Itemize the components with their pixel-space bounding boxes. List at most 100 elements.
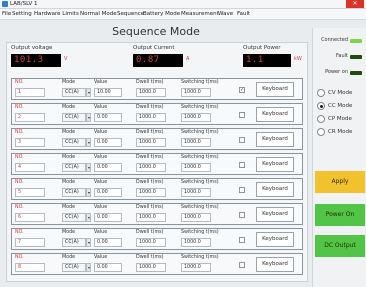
close-button[interactable]: ✕ — [346, 0, 364, 8]
mode-select[interactable]: CC(A) — [62, 113, 86, 122]
power-on-button[interactable]: Power On — [315, 204, 365, 226]
sequence-panel: Output voltage 101.3 V Output Current 0.… — [6, 42, 308, 282]
dwell-time-field[interactable]: 1000.0 — [136, 263, 166, 272]
cr-mode-radio[interactable] — [317, 128, 325, 136]
keyboard-button[interactable]: Keyboard — [256, 182, 294, 197]
chevron-down-icon[interactable] — [86, 238, 91, 247]
step-enable-checkbox[interactable] — [239, 262, 245, 268]
no-label: NO. — [15, 230, 24, 235]
switching-time-field[interactable]: 1000.0 — [181, 238, 211, 247]
mode-select[interactable]: CC(A) — [62, 88, 86, 97]
keyboard-button[interactable]: Keyboard — [256, 82, 294, 97]
step-enable-checkbox[interactable] — [239, 187, 245, 193]
mode-select[interactable]: CC(A) — [62, 138, 86, 147]
switching-label: Switching t(ms) — [181, 230, 219, 235]
keyboard-button[interactable]: Keyboard — [256, 132, 294, 147]
cp-mode-radio[interactable] — [317, 115, 325, 123]
mode-select[interactable]: CC(A) — [62, 263, 86, 272]
keyboard-button[interactable]: Keyboard — [256, 257, 294, 272]
chevron-down-icon[interactable] — [86, 188, 91, 197]
value-label: Value — [94, 105, 108, 110]
switching-time-field[interactable]: 1000.0 — [181, 188, 211, 197]
step-number-field[interactable]: 7 — [15, 238, 45, 247]
chevron-down-icon[interactable] — [86, 113, 91, 122]
menu-battery-mode[interactable]: Battery Mode — [143, 9, 180, 20]
menu-hardware-limits[interactable]: Hardware Limits — [34, 9, 79, 20]
menu-sequence[interactable]: Sequence — [117, 9, 144, 20]
value-field[interactable]: 0.00 — [94, 263, 122, 272]
value-field[interactable]: 0.00 — [94, 138, 122, 147]
switching-time-field[interactable]: 1000.0 — [181, 88, 211, 97]
menu-setting[interactable]: Setting — [12, 9, 32, 20]
step-number-field[interactable]: 4 — [15, 163, 45, 172]
dwell-label: Dwell t(ms) — [136, 230, 164, 235]
menu-fault[interactable]: Fault — [237, 9, 250, 20]
switching-label: Switching t(ms) — [181, 155, 219, 160]
keyboard-button[interactable]: Keyboard — [256, 232, 294, 247]
sequence-row: NO. 1 Mode CC(A) Value 10.00 Dwell t(ms) 1000.0… — [11, 78, 303, 100]
value-field[interactable]: 10.00 — [94, 88, 122, 97]
dwell-time-field[interactable]: 1000.0 — [136, 113, 166, 122]
mode-select[interactable]: CC(A) — [62, 238, 86, 247]
mode-select[interactable]: CC(A) — [62, 163, 86, 172]
step-number-field[interactable]: 8 — [15, 263, 45, 272]
switching-label: Switching t(ms) — [181, 130, 219, 135]
switching-time-field[interactable]: 1000.0 — [181, 113, 211, 122]
output-power-label: Output Power — [243, 45, 281, 51]
keyboard-button[interactable]: Keyboard — [256, 207, 294, 222]
switching-time-field[interactable]: 1000.0 — [181, 213, 211, 222]
no-label: NO. — [15, 80, 24, 85]
value-field[interactable]: 0.00 — [94, 113, 122, 122]
step-enable-checkbox[interactable] — [239, 112, 245, 118]
step-enable-checkbox[interactable] — [239, 212, 245, 218]
dwell-time-field[interactable]: 1000.0 — [136, 238, 166, 247]
value-label: Value — [94, 180, 108, 185]
step-number-field[interactable]: 1 — [15, 88, 45, 97]
switching-time-field[interactable]: 1000.0 — [181, 138, 211, 147]
step-number-field[interactable]: 3 — [15, 138, 45, 147]
step-enable-checkbox[interactable] — [239, 237, 245, 243]
step-enable-checkbox[interactable]: ✓ — [239, 87, 245, 93]
mode-label: Mode — [62, 205, 76, 210]
step-number-field[interactable]: 2 — [15, 113, 45, 122]
menu-normal-mode[interactable]: Normal Mode — [80, 9, 117, 20]
step-enable-checkbox[interactable] — [239, 162, 245, 168]
value-label: Value — [94, 130, 108, 135]
dwell-time-field[interactable]: 1000.0 — [136, 163, 166, 172]
apply-button[interactable]: Apply — [315, 171, 365, 193]
keyboard-button[interactable]: Keyboard — [256, 157, 294, 172]
step-enable-checkbox[interactable] — [239, 137, 245, 143]
no-label: NO. — [15, 255, 24, 260]
mode-select[interactable]: CC(A) — [62, 188, 86, 197]
value-field[interactable]: 0.00 — [94, 238, 122, 247]
cv-mode-radio[interactable] — [317, 89, 325, 97]
step-number-field[interactable]: 6 — [15, 213, 45, 222]
output-current-unit: A — [186, 56, 190, 62]
dwell-time-field[interactable]: 1000.0 — [136, 138, 166, 147]
output-current-value: 0.87 — [133, 54, 183, 67]
chevron-down-icon[interactable] — [86, 88, 91, 97]
dwell-time-field[interactable]: 1000.0 — [136, 88, 166, 97]
cc-mode-radio[interactable] — [317, 102, 325, 110]
chevron-down-icon[interactable] — [86, 163, 91, 172]
switching-label: Switching t(ms) — [181, 105, 219, 110]
menu-file[interactable]: File — [2, 9, 11, 20]
dwell-time-field[interactable]: 1000.0 — [136, 213, 166, 222]
step-number-field[interactable]: 5 — [15, 188, 45, 197]
value-field[interactable]: 0.00 — [94, 188, 122, 197]
chevron-down-icon[interactable] — [86, 263, 91, 272]
power-on-led — [350, 71, 362, 75]
cc-mode-label: CC Mode — [328, 103, 353, 109]
mode-select[interactable]: CC(A) — [62, 213, 86, 222]
switching-time-field[interactable]: 1000.0 — [181, 163, 211, 172]
switching-time-field[interactable]: 1000.0 — [181, 263, 211, 272]
menu-wave[interactable]: Wave — [218, 9, 233, 20]
value-field[interactable]: 0.00 — [94, 163, 122, 172]
chevron-down-icon[interactable] — [86, 213, 91, 222]
dc-output-button[interactable]: DC Output — [315, 235, 365, 257]
chevron-down-icon[interactable] — [86, 138, 91, 147]
keyboard-button[interactable]: Keyboard — [256, 107, 294, 122]
dwell-time-field[interactable]: 1000.0 — [136, 188, 166, 197]
value-field[interactable]: 0.00 — [94, 213, 122, 222]
menu-measurement[interactable]: Measurement — [181, 9, 219, 20]
